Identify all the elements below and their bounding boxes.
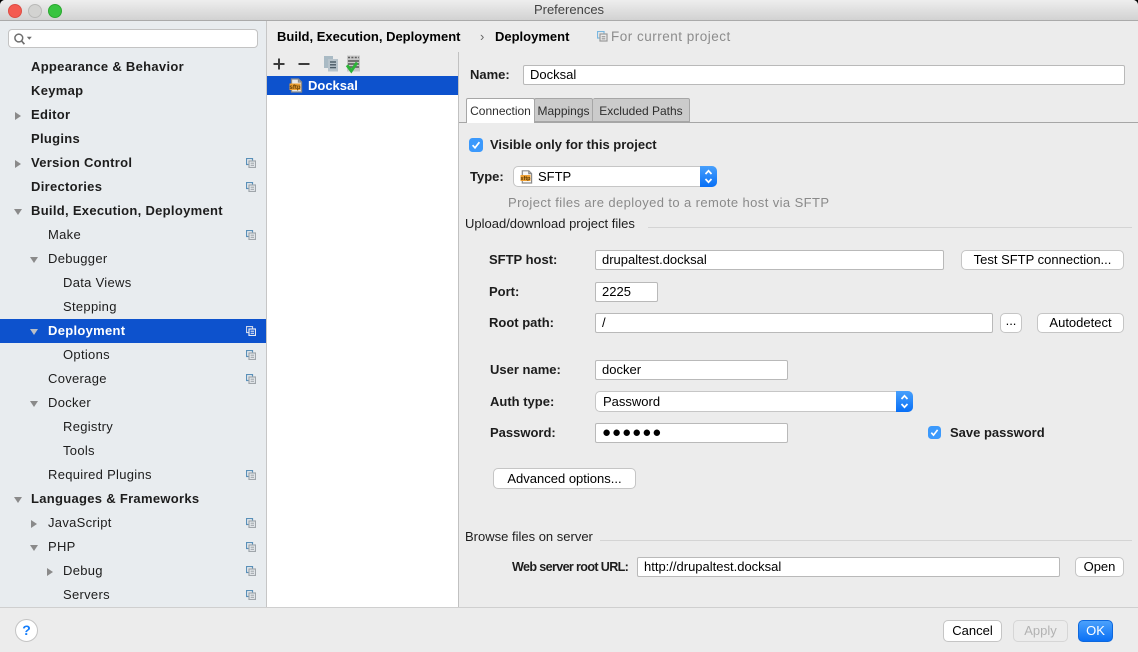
svg-text:sftp: sftp: [520, 175, 531, 181]
svg-text:sftp: sftp: [290, 85, 301, 91]
